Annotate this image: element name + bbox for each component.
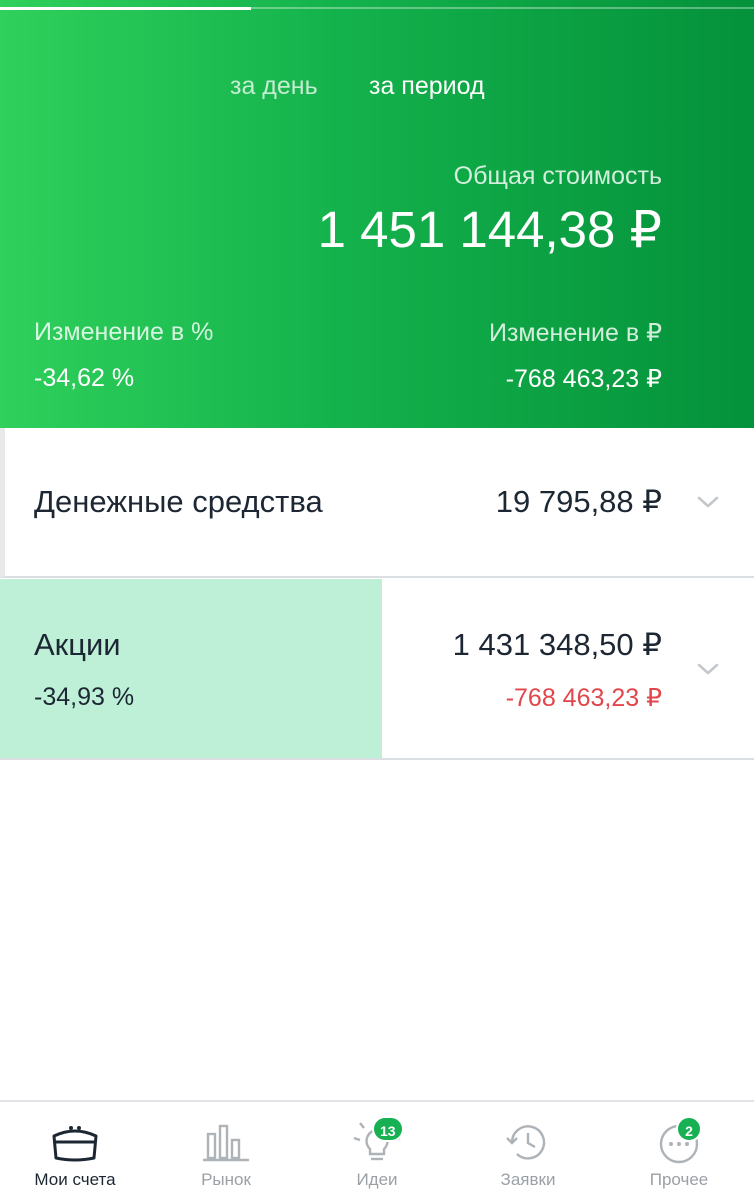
nav-more[interactable]: 2 Прочее xyxy=(604,1102,754,1200)
account-row-stocks[interactable]: Акции -34,93 % 1 431 348,50 ₽ -768 463,2… xyxy=(0,579,754,760)
nav-ideas[interactable]: 13 Идеи xyxy=(302,1102,452,1200)
account-row-cash[interactable]: Денежные средства 19 795,88 ₽ xyxy=(0,428,754,578)
stocks-title: Акции xyxy=(34,627,121,662)
wallet-icon xyxy=(52,1126,98,1162)
chart-bars-icon xyxy=(203,1124,249,1162)
stocks-change-rub: -768 463,23 ₽ xyxy=(505,684,662,712)
portfolio-summary-header: за день за период Общая стоимость 1 451 … xyxy=(0,0,754,428)
nav-label: Прочее xyxy=(649,1170,709,1189)
total-value-amount: 1 451 144,38 ₽ xyxy=(317,201,662,258)
nav-orders[interactable]: Заявки xyxy=(453,1102,603,1200)
cash-title: Денежные средства xyxy=(34,484,323,519)
change-rub-value: -768 463,23 ₽ xyxy=(505,365,662,393)
ideas-badge: 13 xyxy=(372,1116,404,1142)
loading-progress-fill xyxy=(0,7,251,10)
history-clock-icon xyxy=(506,1125,546,1160)
nav-label: Мои счета xyxy=(34,1170,116,1189)
tab-per-day[interactable]: за день xyxy=(230,72,318,101)
chevron-down-icon[interactable] xyxy=(696,490,720,514)
change-rub-label: Изменение в ₽ xyxy=(489,319,662,347)
loading-progress-track xyxy=(0,7,754,10)
total-value-label: Общая стоимость xyxy=(453,162,662,190)
more-badge: 2 xyxy=(676,1116,702,1142)
nav-market[interactable]: Рынок xyxy=(151,1102,301,1200)
stocks-amount: 1 431 348,50 ₽ xyxy=(452,627,662,662)
bottom-navigation: Мои счета Рынок 13 Идеи Заявки 2 Прочее xyxy=(0,1100,754,1200)
nav-label: Заявки xyxy=(500,1170,556,1189)
tab-per-period[interactable]: за период xyxy=(369,72,485,101)
change-percent-value: -34,62 % xyxy=(34,364,135,392)
nav-my-accounts[interactable]: Мои счета xyxy=(0,1102,150,1200)
nav-label: Рынок xyxy=(201,1170,251,1189)
stocks-change-percent: -34,93 % xyxy=(34,683,135,711)
nav-label: Идеи xyxy=(356,1170,398,1189)
stocks-share-bar xyxy=(0,579,382,758)
cash-amount: 19 795,88 ₽ xyxy=(495,484,662,519)
change-percent-label: Изменение в % xyxy=(34,318,214,346)
chevron-down-icon[interactable] xyxy=(696,657,720,681)
